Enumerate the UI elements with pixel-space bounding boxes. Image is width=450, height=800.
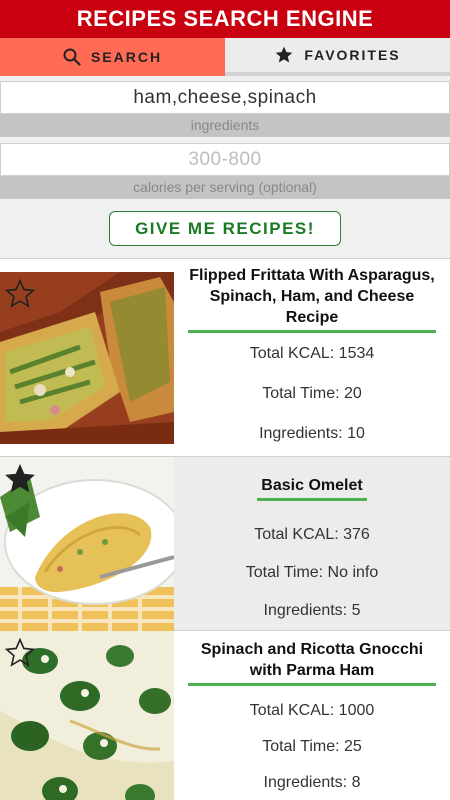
tab-favorites[interactable]: FAVORITES <box>225 38 450 76</box>
search-icon <box>63 48 81 66</box>
app-title: RECIPES SEARCH ENGINE <box>76 6 374 31</box>
recipe-kcal: Total KCAL: 1000 <box>249 702 375 719</box>
search-form: ingredients calories per serving (option… <box>0 76 450 258</box>
favorite-star-icon[interactable] <box>4 637 36 669</box>
favorite-star-icon[interactable] <box>4 278 36 310</box>
recipe-ingredients-count: Ingredients: 5 <box>263 602 361 619</box>
recipe-ingredients-count: Ingredients: 8 <box>263 774 361 791</box>
recipe-ingredients-count: Ingredients: 10 <box>259 425 365 442</box>
recipe-title[interactable]: Basic Omelet <box>257 475 367 501</box>
recipe-kcal: Total KCAL: 376 <box>254 526 370 543</box>
app-header: RECIPES SEARCH ENGINE <box>0 0 450 38</box>
calories-field-group: calories per serving (optional) <box>0 143 450 199</box>
recipe-title[interactable]: Flipped Frittata With Asparagus, Spinach… <box>188 265 436 333</box>
recipe-time: Total Time: 20 <box>262 385 362 402</box>
app-root: RECIPES SEARCH ENGINE SEARCH FAVORITES i… <box>0 0 450 800</box>
tab-search-label: SEARCH <box>90 49 163 65</box>
recipe-time: Total Time: 25 <box>262 738 362 755</box>
tab-favorites-label: FAVORITES <box>304 47 401 63</box>
recipe-image[interactable] <box>0 457 174 631</box>
recipe-kcal: Total KCAL: 1534 <box>249 345 375 362</box>
recipe-card[interactable]: Flipped Frittata With Asparagus, Spinach… <box>0 259 450 457</box>
tab-search[interactable]: SEARCH <box>0 38 225 76</box>
recipe-image[interactable] <box>0 272 174 444</box>
recipe-card[interactable]: Basic Omelet Total KCAL: 376 Total Time:… <box>0 457 450 631</box>
ingredients-hint: ingredients <box>0 114 450 137</box>
star-icon <box>274 45 294 65</box>
give-me-recipes-button[interactable]: GIVE ME RECIPES! <box>109 211 341 246</box>
recipe-details: Basic Omelet Total KCAL: 376 Total Time:… <box>174 457 450 630</box>
recipe-details: Flipped Frittata With Asparagus, Spinach… <box>174 259 450 456</box>
submit-row: GIVE ME RECIPES! <box>0 199 450 258</box>
tab-bar: SEARCH FAVORITES <box>0 38 450 76</box>
recipe-details: Spinach and Ricotta Gnocchi with Parma H… <box>174 631 450 800</box>
results-list: Flipped Frittata With Asparagus, Spinach… <box>0 258 450 800</box>
calories-hint: calories per serving (optional) <box>0 176 450 199</box>
favorite-star-icon[interactable] <box>4 463 36 495</box>
recipe-image[interactable] <box>0 631 174 800</box>
recipe-time: Total Time: No info <box>245 564 379 581</box>
recipe-title[interactable]: Spinach and Ricotta Gnocchi with Parma H… <box>188 639 436 686</box>
ingredients-input[interactable] <box>0 81 450 114</box>
recipe-card[interactable]: Spinach and Ricotta Gnocchi with Parma H… <box>0 631 450 800</box>
calories-input[interactable] <box>0 143 450 176</box>
ingredients-field-group: ingredients <box>0 81 450 137</box>
